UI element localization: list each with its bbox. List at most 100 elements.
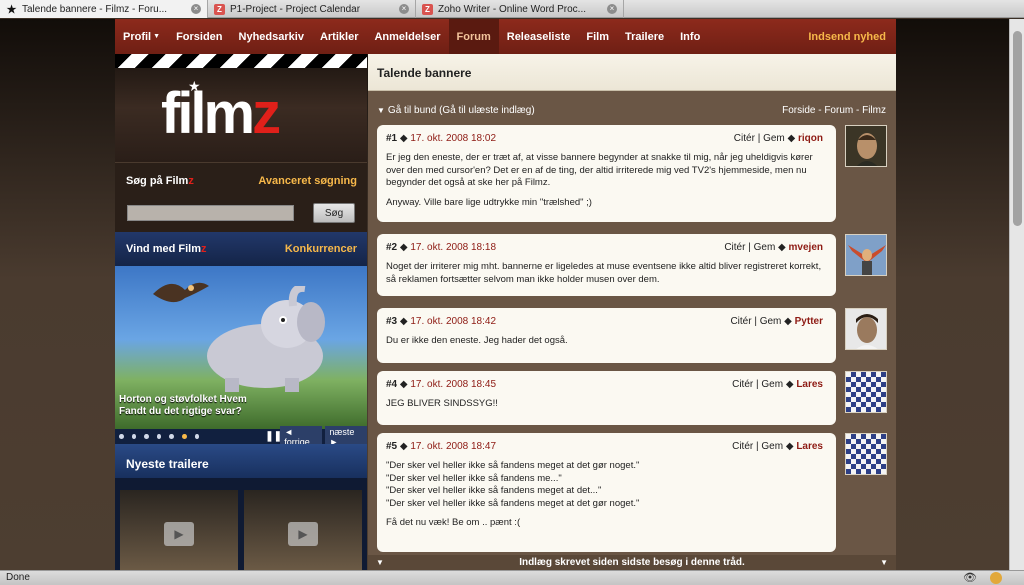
nav-anmeldelser[interactable]: Anmeldelser (366, 19, 448, 54)
thread-navigation: ▼ Gå til bund (Gå til ulæste indlæg) (377, 105, 535, 116)
trailer-thumbnail[interactable]: ▶ (120, 490, 238, 570)
forum-thread: Talende bannere ▼ Gå til bund (Gå til ulæ… (368, 54, 896, 570)
post-number[interactable]: #2 (386, 242, 397, 253)
forum-post: #4 ◆ 17. okt. 2008 18:45 Citér | Gem ◆ L… (377, 371, 836, 425)
scrollbar-thumb[interactable] (1013, 31, 1022, 226)
advanced-search-link[interactable]: Avanceret søgning (258, 175, 357, 187)
post-date: 17. okt. 2008 18:18 (410, 242, 496, 253)
avatar[interactable] (845, 433, 887, 475)
avatar[interactable] (845, 234, 887, 276)
star-icon: ★ (6, 3, 17, 16)
post-number[interactable]: #4 (386, 379, 397, 390)
post-date: 17. okt. 2008 18:42 (410, 316, 496, 327)
post-author[interactable]: mvejen (789, 242, 823, 253)
close-icon[interactable]: × (191, 4, 201, 14)
quote-link[interactable]: Citér (732, 379, 753, 390)
film-strip-decoration (115, 54, 367, 68)
nav-releaseliste[interactable]: Releaseliste (499, 19, 579, 54)
breadcrumb[interactable]: Forside - Forum - Filmz (782, 105, 886, 116)
nav-trailere[interactable]: Trailere (617, 19, 672, 54)
new-posts-bar[interactable]: ▼ Indlæg skrevet siden sidste besøg i de… (368, 555, 896, 570)
nav-profil[interactable]: Profil ▼ (115, 19, 168, 54)
slide-dot[interactable] (169, 434, 175, 439)
submit-news-link[interactable]: Indsend nyhed (800, 19, 896, 54)
post-actions: Citér | Gem ◆ mvejen (724, 242, 823, 253)
contests-link[interactable]: Konkurrencer (285, 243, 357, 255)
search-panel: Søg på Filmz Avanceret søgning Søg (115, 162, 367, 232)
post-actions: Citér | Gem ◆ Lares (732, 379, 823, 390)
slide-dot[interactable] (156, 434, 162, 439)
quote-link[interactable]: Citér (734, 133, 755, 144)
tab-title: P1-Project - Project Calendar (230, 3, 361, 15)
search-button[interactable]: Søg (313, 203, 355, 223)
search-input[interactable] (127, 205, 294, 221)
save-link[interactable]: Gem (761, 379, 783, 390)
trailer-thumbnail[interactable]: ▶ (244, 490, 362, 570)
nav-info[interactable]: Info (672, 19, 708, 54)
avatar[interactable] (845, 125, 887, 167)
nav-film[interactable]: Film (578, 19, 617, 54)
contest-banner-image[interactable]: Horton og støvfolket Hvem Fandt du det r… (115, 266, 367, 429)
save-link[interactable]: Gem (760, 316, 782, 327)
post-number[interactable]: #1 (386, 133, 397, 144)
quote-link[interactable]: Citér (730, 316, 751, 327)
post-number[interactable]: #3 (386, 316, 397, 327)
post-author[interactable]: Lares (796, 441, 823, 452)
logo-text: filmz (161, 81, 281, 146)
site-logo[interactable]: filmz ★ (115, 54, 367, 162)
trailers-panel: Nyeste trailere ▶ ▶ (115, 444, 367, 570)
post-header: #4 ◆ 17. okt. 2008 18:45 Citér | Gem ◆ L… (386, 379, 823, 390)
sidebar: filmz ★ Søg på Filmz Avanceret søgning S… (115, 54, 367, 570)
slide-dot[interactable] (119, 434, 124, 439)
close-icon[interactable]: × (399, 4, 409, 14)
play-icon: ▶ (164, 522, 194, 546)
close-icon[interactable]: × (607, 4, 617, 14)
post-body: "Der sker vel heller ikke så fandens meg… (386, 460, 640, 528)
smiley-icon[interactable] (990, 572, 1002, 584)
post-actions: Citér | Gem ◆ riqon (733, 133, 823, 144)
avatar[interactable] (845, 371, 887, 413)
status-text: Done (6, 572, 30, 583)
post-date: 17. okt. 2008 18:47 (410, 441, 496, 452)
post-number[interactable]: #5 (386, 441, 397, 452)
post-actions: Citér | Gem ◆ Lares (732, 441, 823, 452)
quote-link[interactable]: Citér (724, 242, 745, 253)
nav-nyhedsarkiv[interactable]: Nyhedsarkiv (231, 19, 312, 54)
vertical-scrollbar[interactable] (1009, 19, 1024, 570)
post-author[interactable]: riqon (798, 133, 823, 144)
post-header: #3 ◆ 17. okt. 2008 18:42 Citér | Gem ◆ P… (386, 316, 823, 327)
avatar[interactable] (845, 308, 887, 350)
trailers-header: Nyeste trailere (115, 444, 367, 478)
eye-icon[interactable]: 👁 (963, 571, 977, 584)
post-author[interactable]: Lares (796, 379, 823, 390)
trailers-title: Nyeste trailere (126, 457, 209, 471)
nav-forum[interactable]: Forum (448, 19, 499, 54)
zoho-icon: Z (214, 3, 225, 15)
quote-link[interactable]: Citér (732, 441, 753, 452)
search-title: Søg på Filmz (126, 175, 194, 187)
zoho-icon: Z (422, 3, 433, 15)
post-author[interactable]: Pytter (795, 316, 823, 327)
save-link[interactable]: Gem (761, 441, 783, 452)
page-title: Talende bannere (377, 66, 472, 80)
post-header: #2 ◆ 17. okt. 2008 18:18 Citér | Gem ◆ m… (386, 242, 823, 253)
post-date: 17. okt. 2008 18:45 (410, 379, 496, 390)
slide-dot[interactable] (131, 434, 137, 439)
browser-tab[interactable]: Z Zoho Writer - Online Word Proc... × (416, 0, 624, 18)
nav-forsiden[interactable]: Forsiden (168, 19, 230, 54)
play-icon: ▶ (288, 522, 318, 546)
slide-dot[interactable] (194, 434, 200, 439)
nav-artikler[interactable]: Artikler (312, 19, 367, 54)
main-navigation: Profil ▼ Forsiden Nyhedsarkiv Artikler An… (115, 19, 896, 54)
go-to-unread-link[interactable]: (Gå til ulæste indlæg) (439, 105, 535, 116)
pause-icon[interactable]: ❚❚ (265, 431, 282, 442)
slide-dot-active[interactable] (182, 434, 187, 439)
go-to-bottom-link[interactable]: Gå til bund (388, 105, 436, 116)
save-link[interactable]: Gem (763, 133, 785, 144)
slide-dot[interactable] (144, 434, 149, 439)
browser-tab[interactable]: Z P1-Project - Project Calendar × (208, 0, 416, 18)
save-link[interactable]: Gem (754, 242, 776, 253)
forum-post: #5 ◆ 17. okt. 2008 18:47 Citér | Gem ◆ L… (377, 433, 836, 552)
browser-tab[interactable]: ★ Talende bannere - Filmz - Foru... × (0, 0, 208, 18)
post-body: JEG BLIVER SINDSSYG!! (386, 398, 498, 409)
